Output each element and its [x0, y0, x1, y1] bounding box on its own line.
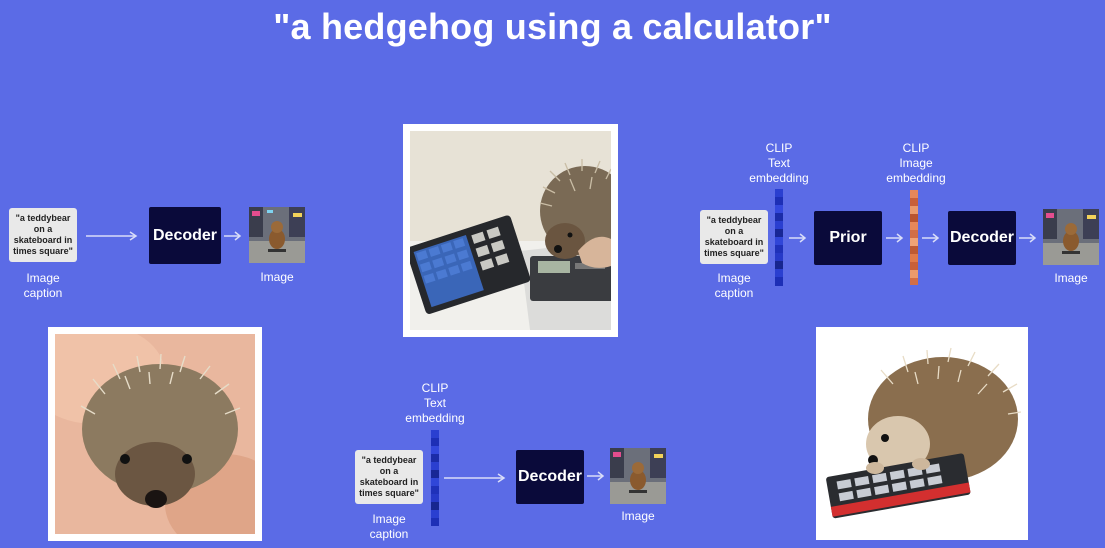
hedgehog-in-hand-photo — [48, 327, 262, 541]
slide-title: "a hedgehog using a calculator" — [273, 6, 832, 47]
hedgehog-calculator-photo-bottom — [816, 327, 1028, 540]
image-label: Image — [1054, 271, 1088, 285]
arrow-right-icon — [444, 473, 506, 483]
clip-text-embedding-vector — [775, 189, 783, 286]
teddybear-thumbnail — [610, 448, 666, 504]
decoder-label: Decoder — [152, 226, 218, 244]
arrow-right-icon — [86, 231, 138, 241]
hedgehog-calculator-photo-top — [403, 124, 618, 337]
arrow-right-icon — [922, 233, 940, 243]
arrow-right-icon — [587, 471, 605, 481]
decoder-label: Decoder — [949, 229, 1015, 246]
caption-box: "a teddybear on a skateboard in times sq… — [9, 208, 77, 262]
caption-text: "a teddybear on a skateboard in times sq… — [704, 215, 764, 258]
caption-text: "a teddybear on a skateboard in times sq… — [359, 455, 419, 498]
arrow-right-icon — [789, 233, 807, 243]
caption-box: "a teddybear on a skateboard in times sq… — [700, 210, 768, 264]
clip-text-embedding-vector — [431, 430, 439, 526]
caption-box: "a teddybear on a skateboard in times sq… — [355, 450, 423, 504]
teddybear-thumbnail — [249, 207, 305, 263]
arrow-right-icon — [886, 233, 904, 243]
teddybear-thumbnail — [1043, 209, 1099, 265]
prior-label: Prior — [829, 229, 867, 246]
clip-text-embedding-label: CLIP Text embedding — [749, 141, 809, 185]
decoder-block: Decoder — [948, 211, 1016, 265]
image-label: Image — [621, 509, 655, 523]
clip-text-embedding-label: CLIP Text embedding — [405, 381, 465, 425]
image-caption-label: Image caption — [23, 271, 63, 300]
clip-image-embedding-vector — [910, 190, 918, 285]
decoder-label: Decoder — [517, 468, 583, 485]
image-label: Image — [260, 270, 294, 284]
arrow-right-icon — [1019, 233, 1037, 243]
caption-text: "a teddybear on a skateboard in times sq… — [13, 213, 73, 256]
image-caption-label: Image caption — [714, 271, 754, 300]
image-caption-label: Image caption — [369, 512, 409, 541]
decoder-block: Decoder — [516, 450, 584, 504]
clip-image-embedding-label: CLIP Image embedding — [886, 141, 946, 185]
prior-block: Prior — [814, 211, 882, 265]
decoder-block: Decoder — [149, 207, 221, 264]
arrow-right-icon — [224, 231, 242, 241]
